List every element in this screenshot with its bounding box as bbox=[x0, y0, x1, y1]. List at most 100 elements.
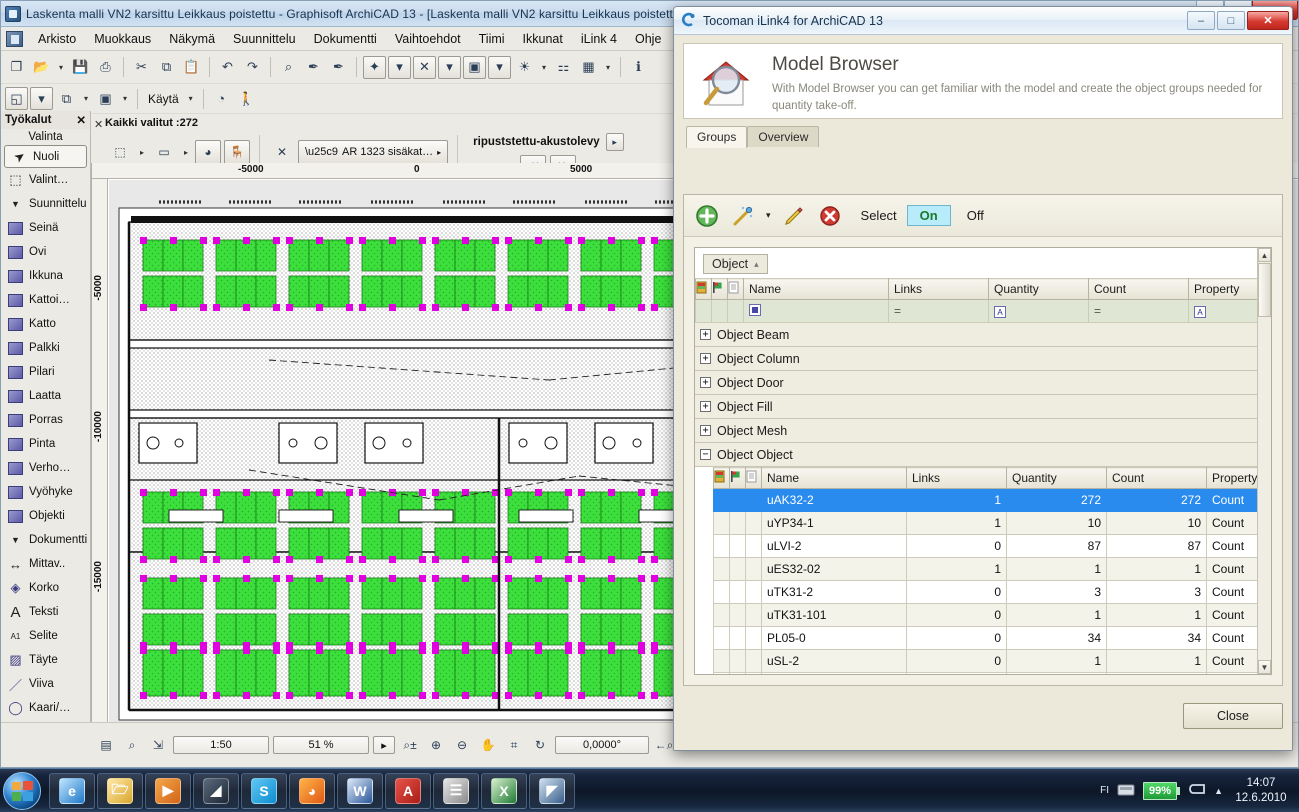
row-note-cell[interactable] bbox=[745, 511, 762, 535]
row-status-cell[interactable] bbox=[713, 603, 730, 627]
close-button[interactable]: Close bbox=[1183, 703, 1283, 729]
tool-item-viiva[interactable]: ／ Viiva bbox=[1, 672, 90, 696]
tab-groups[interactable]: Groups bbox=[686, 126, 748, 148]
pen-icon[interactable]: ✒ bbox=[302, 56, 325, 79]
tool-item-suunnittelu[interactable]: ▼ Suunnittelu bbox=[1, 192, 90, 216]
print-icon[interactable]: ⎙ bbox=[94, 56, 117, 79]
cell-links[interactable]: 1 bbox=[906, 557, 1007, 581]
rectangle-select-icon[interactable]: ▭ bbox=[151, 140, 177, 165]
row-flag-cell[interactable] bbox=[729, 649, 746, 673]
column-header-links[interactable]: Links bbox=[906, 467, 1007, 489]
row-flag-cell[interactable] bbox=[729, 557, 746, 581]
start-button[interactable] bbox=[3, 771, 41, 810]
layers-icon[interactable]: ▦ bbox=[577, 56, 600, 79]
row-note-cell[interactable] bbox=[745, 626, 762, 650]
select-off-button[interactable]: Off bbox=[961, 206, 990, 225]
tool-item-selite[interactable]: A1 Selite bbox=[1, 624, 90, 648]
info-icon[interactable]: ℹ bbox=[627, 56, 650, 79]
redo-icon[interactable]: ↷ bbox=[241, 56, 264, 79]
expand-icon[interactable]: + bbox=[700, 329, 711, 340]
rectangle-dropdown-icon[interactable]: ▸ bbox=[180, 148, 192, 157]
cell-links[interactable]: 1 bbox=[906, 511, 1007, 535]
menu-item-suunnittelu[interactable]: Suunnittelu bbox=[224, 29, 305, 49]
cell-name[interactable]: uTP31-1 bbox=[761, 672, 907, 674]
row-flag-cell[interactable] bbox=[729, 603, 746, 627]
zoom-out-icon[interactable]: ⊖ bbox=[451, 735, 473, 755]
zoom-window-icon[interactable]: ⌕ bbox=[121, 735, 143, 755]
collapse-icon[interactable]: − bbox=[700, 449, 711, 460]
cell-name[interactable]: uTK31-2 bbox=[761, 580, 907, 604]
row-flag-cell[interactable] bbox=[729, 626, 746, 650]
group-row[interactable]: + Object Mesh bbox=[695, 419, 1271, 443]
elevation-dropdown-icon[interactable]: ▾ bbox=[119, 94, 131, 103]
scroll-thumb[interactable] bbox=[1258, 263, 1271, 317]
notes-icon[interactable]: ☰ bbox=[433, 772, 479, 809]
table-row[interactable]: uAK32-2 1 272 272 Count bbox=[713, 488, 1271, 512]
tool-item-ovi[interactable]: Ovi bbox=[1, 240, 90, 264]
tool-item-verho[interactable]: Verho… bbox=[1, 456, 90, 480]
tool-item-porras[interactable]: Porras bbox=[1, 408, 90, 432]
tool-item-kaari[interactable]: ◯ Kaari/… bbox=[1, 696, 90, 720]
tool-item-t-yte[interactable]: ▨ Täyte bbox=[1, 648, 90, 672]
sun-dropdown-icon[interactable]: ▾ bbox=[538, 63, 550, 72]
cut-icon[interactable]: ✂ bbox=[130, 56, 153, 79]
cell-count[interactable]: 2 bbox=[1106, 672, 1207, 674]
angle-field[interactable]: 0,0000° bbox=[555, 736, 649, 754]
show-hidden-icons-button[interactable]: ▲ bbox=[1214, 786, 1223, 796]
scroll-up-button[interactable]: ▲ bbox=[1258, 248, 1271, 262]
zoom-step-icon[interactable]: ⌕± bbox=[399, 735, 421, 755]
tool-item-laatta[interactable]: Laatta bbox=[1, 384, 90, 408]
menu-item-nakyma[interactable]: Näkymä bbox=[160, 29, 224, 49]
tool-item-valint[interactable]: ⬚ Valint… bbox=[1, 168, 90, 192]
cell-links[interactable]: 1 bbox=[906, 488, 1007, 512]
magic-wand-dropdown-icon[interactable]: ▾ bbox=[766, 210, 771, 221]
view-3d-dropdown-icon[interactable]: ▾ bbox=[30, 87, 53, 110]
zoom-in-icon[interactable]: ⊕ bbox=[425, 735, 447, 755]
fit-icon[interactable]: ⌗ bbox=[503, 735, 525, 755]
archicad-icon[interactable]: ◤ bbox=[529, 772, 575, 809]
tool-item-pinta[interactable]: Pinta bbox=[1, 432, 90, 456]
prev-zoom-icon[interactable]: ←⌕ bbox=[653, 735, 675, 755]
menu-item-muokkaus[interactable]: Muokkaus bbox=[85, 29, 160, 49]
tool-item-palkki[interactable]: Palkki bbox=[1, 336, 90, 360]
apply-dropdown-icon[interactable]: ▾ bbox=[185, 94, 197, 103]
column-header-name[interactable]: Name bbox=[743, 278, 889, 300]
cell-name[interactable]: uLVI-2 bbox=[761, 534, 907, 558]
cell-count[interactable]: 1 bbox=[1106, 603, 1207, 627]
apply-label[interactable]: Käytä bbox=[144, 92, 183, 106]
menu-item-ikkunat[interactable]: Ikkunat bbox=[514, 29, 572, 49]
publish-icon[interactable]: ▤ bbox=[95, 735, 117, 755]
cell-count[interactable]: 3 bbox=[1106, 580, 1207, 604]
transform-icon[interactable]: ✕ bbox=[269, 140, 295, 165]
table-row[interactable]: uLVI-2 0 87 87 Count bbox=[713, 534, 1271, 558]
object-expand-icon[interactable]: ▸ bbox=[605, 133, 624, 151]
layer-selector[interactable]: \u25c9 AR 1323 sisäkat… ▸ bbox=[298, 139, 449, 165]
marquee-dropdown-icon[interactable]: ▸ bbox=[136, 148, 148, 157]
expand-icon[interactable]: + bbox=[700, 377, 711, 388]
section-icon[interactable]: ⧉ bbox=[55, 87, 78, 110]
snap-dropdown-icon[interactable]: ▾ bbox=[438, 55, 461, 79]
cell-name[interactable]: uAK32-2 bbox=[761, 488, 907, 512]
cell-links[interactable]: 0 bbox=[906, 603, 1007, 627]
row-status-cell[interactable] bbox=[713, 534, 730, 558]
cell-quantity[interactable]: 87 bbox=[1006, 534, 1107, 558]
tool-item-objekti[interactable]: Objekti bbox=[1, 504, 90, 528]
tool-item-ikkuna[interactable]: Ikkuna bbox=[1, 264, 90, 288]
battery-indicator[interactable]: 99% bbox=[1143, 781, 1181, 800]
row-flag-cell[interactable] bbox=[729, 580, 746, 604]
column-header-links[interactable]: Links bbox=[888, 278, 989, 300]
cell-name[interactable]: uSL-2 bbox=[761, 649, 907, 673]
pan-icon[interactable]: ✋ bbox=[477, 735, 499, 755]
filter-name-cell[interactable] bbox=[743, 299, 889, 323]
copy-icon[interactable]: ⧉ bbox=[155, 56, 178, 79]
row-note-cell[interactable] bbox=[745, 649, 762, 673]
cell-quantity[interactable]: 272 bbox=[1006, 488, 1107, 512]
tool-item-pilari[interactable]: Pilari bbox=[1, 360, 90, 384]
tool-item-sein[interactable]: Seinä bbox=[1, 216, 90, 240]
menu-item-tiimi[interactable]: Tiimi bbox=[470, 29, 514, 49]
column-header-quantity[interactable]: Quantity bbox=[988, 278, 1089, 300]
cell-links[interactable]: 0 bbox=[906, 649, 1007, 673]
projector-icon[interactable]: ◢ bbox=[193, 772, 239, 809]
excel-icon[interactable]: X bbox=[481, 772, 527, 809]
cell-name[interactable]: PL05-0 bbox=[761, 626, 907, 650]
